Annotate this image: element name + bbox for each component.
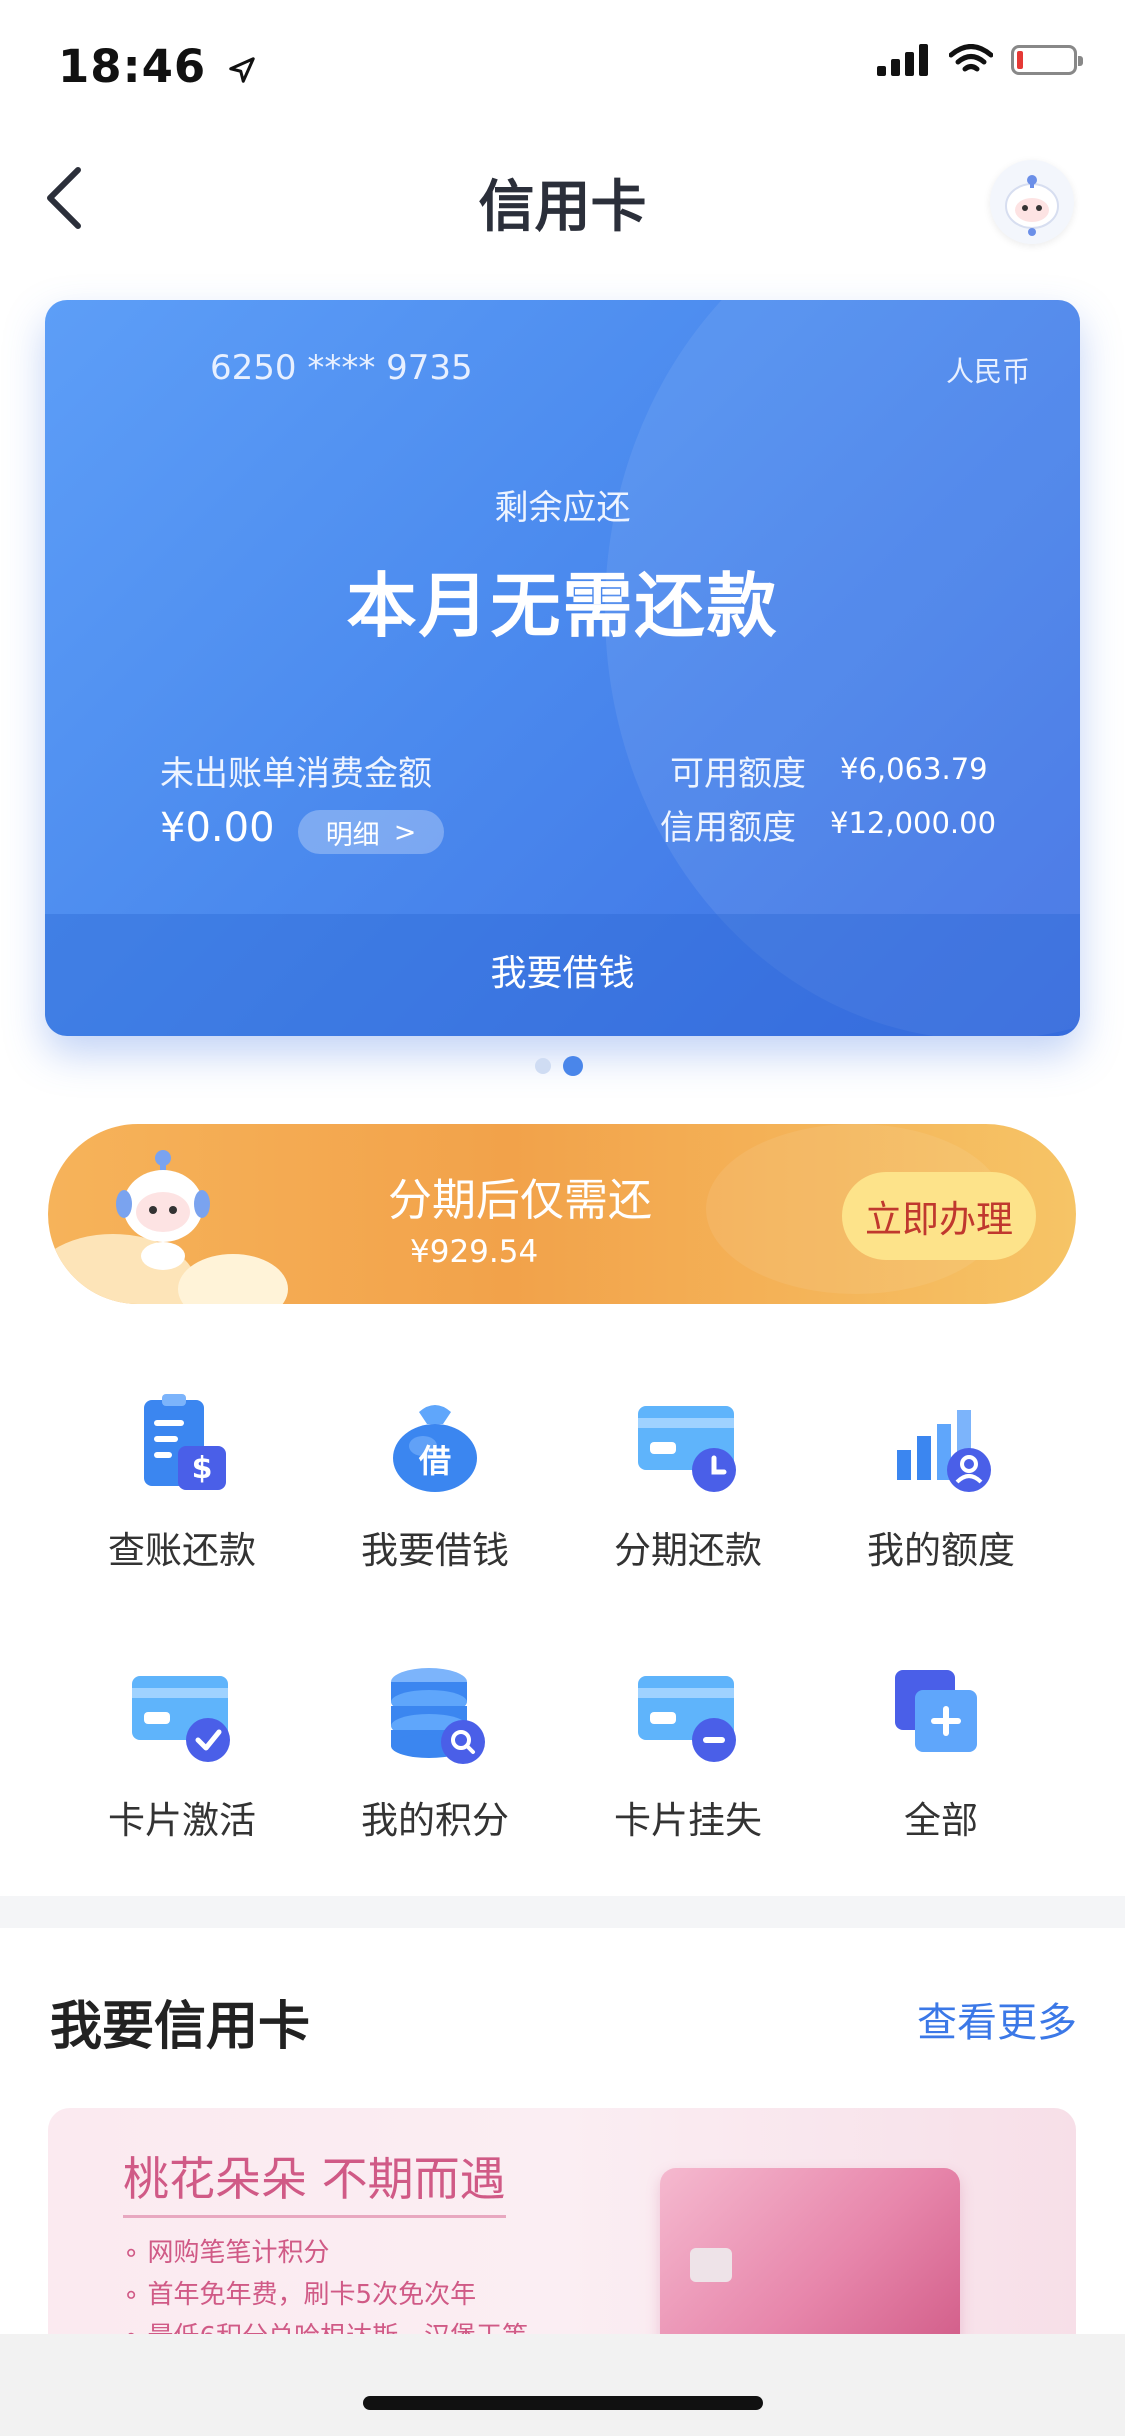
service-label: 我要借钱 [361,1529,509,1572]
service-item-installment[interactable]: 分期还款 [563,1390,813,1590]
chevron-right-icon: > [393,816,417,848]
home-indicator[interactable] [363,2396,763,2410]
service-item-borrow[interactable]: 借 我要借钱 [310,1390,560,1590]
apply-now-button[interactable]: 立即办理 [842,1172,1036,1260]
unbilled-amount: ¥0.00 [160,805,275,851]
card-pager[interactable] [535,1056,583,1076]
card-installment-icon [638,1406,736,1492]
money-bag-icon: 借 [393,1405,477,1492]
svg-text:$: $ [192,1451,213,1486]
promo-title: 分期后仅需还 [388,1175,652,1226]
section-divider [0,1896,1125,1928]
available-limit-value: ¥6,063.79 [840,752,988,786]
unbilled-label: 未出账单消费金额 [160,754,432,794]
status-time-text: 18:46 [58,40,207,93]
borrow-button[interactable]: 我要借钱 [45,944,1080,996]
page-title: 信用卡 [478,175,647,240]
status-time: 18:46 [58,40,257,93]
svg-text:借: 借 [418,1442,451,1480]
card-chip-icon [690,2248,732,2282]
promo-amount: ¥929.54 [410,1234,539,1270]
repayment-status: 本月无需还款 [346,565,779,647]
service-item-card-lost[interactable]: 卡片挂失 [563,1660,813,1860]
section-title: 我要信用卡 [50,1997,311,2057]
credit-limit-label: 信用额度 [660,808,796,848]
service-label: 查账还款 [108,1529,256,1572]
credit-card-panel[interactable]: 6250 **** 9735 人民币 剩余应还 本月无需还款 未出账单消费金额 … [45,300,1080,1036]
service-label: 我的额度 [867,1529,1015,1572]
cellular-signal-icon [877,44,928,76]
service-item-credit-limit[interactable]: 我的额度 [816,1390,1066,1590]
service-label: 卡片挂失 [614,1799,762,1842]
service-label: 全部 [904,1799,978,1842]
installment-promo-banner[interactable]: 分期后仅需还 ¥929.54 立即办理 [48,1124,1076,1304]
service-item-bill-payment[interactable]: $ 查账还款 [57,1390,307,1590]
status-icons [877,44,1083,76]
service-label: 分期还款 [614,1529,762,1572]
banner-line: ∘ 首年免年费，刷卡5次免次年 [123,2280,477,2310]
available-limit-label: 可用额度 [670,754,806,794]
card-number: 6250 **** 9735 [210,348,473,388]
service-item-points[interactable]: 我的积分 [310,1660,560,1860]
service-label: 我的积分 [361,1799,509,1842]
all-services-icon [895,1670,977,1752]
service-label: 卡片激活 [108,1799,256,1842]
home-indicator-area [0,2334,1125,2436]
view-more-link[interactable]: 查看更多 [917,1990,1077,2048]
points-database-icon [391,1668,485,1764]
banner-title: 桃花朵朵 不期而遇 [123,2143,506,2218]
avatar[interactable] [990,160,1074,244]
pager-dot[interactable] [535,1058,551,1074]
pager-dot-active[interactable] [563,1056,583,1076]
bill-payment-icon: $ [144,1394,226,1490]
remaining-label: 剩余应还 [494,488,631,528]
credit-limit-icon [897,1410,991,1492]
robot-mascot-icon [1005,175,1059,236]
battery-icon [1011,45,1083,75]
credit-limit-value: ¥12,000.00 [830,806,997,840]
detail-label: 明细 [325,819,380,851]
service-item-all[interactable]: 全部 [816,1660,1066,1860]
card-activate-icon [132,1676,230,1762]
detail-button[interactable]: 明细 > [298,810,444,854]
robot-mascot-icon [116,1150,210,1270]
banner-line: ∘ 网购笔笔计积分 [123,2238,330,2268]
location-arrow-icon [229,57,255,83]
wifi-icon [949,44,993,72]
card-lost-icon [638,1676,736,1762]
card-currency: 人民币 [945,355,1030,388]
service-item-card-activate[interactable]: 卡片激活 [57,1660,307,1860]
